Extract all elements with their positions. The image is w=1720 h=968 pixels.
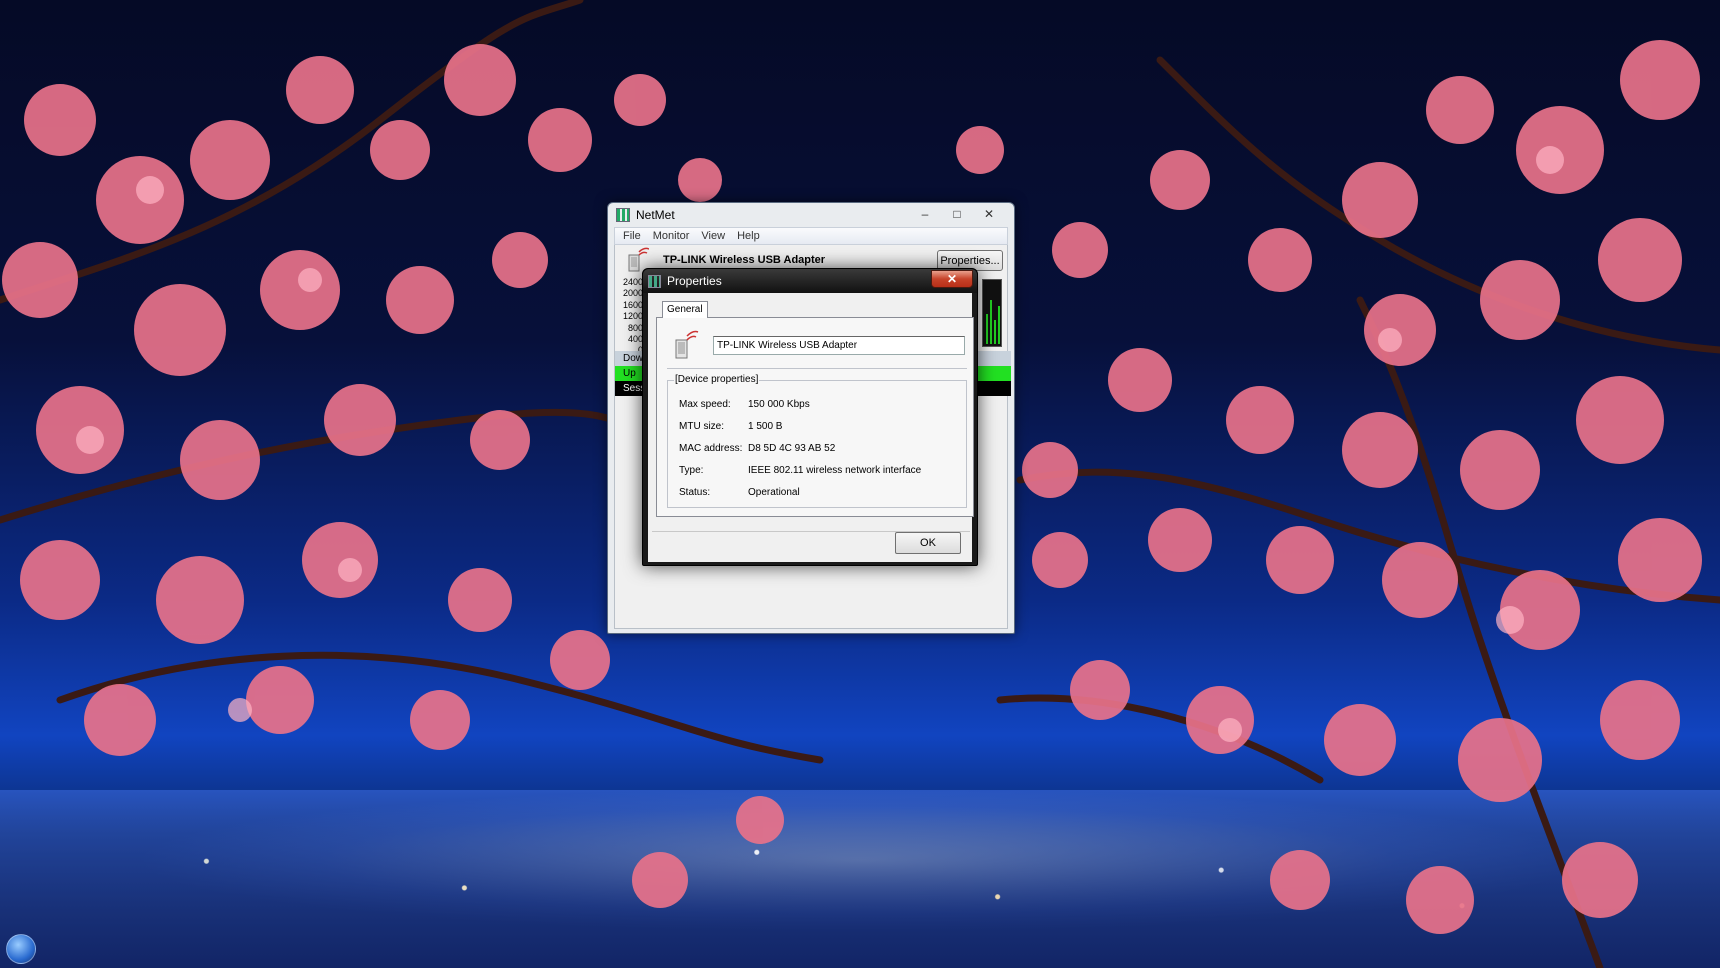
netmet-app-icon — [648, 274, 661, 288]
y-tick: 1200 — [622, 311, 643, 322]
prop-key: MTU size: — [679, 421, 724, 432]
prop-value: 1 500 B — [748, 421, 783, 432]
prop-max-speed: Max speed: 150 000 Kbps — [679, 399, 810, 410]
netmet-app-icon — [616, 208, 630, 222]
prop-key: Type: — [679, 465, 704, 476]
menu-bar: File Monitor View Help — [614, 227, 1008, 245]
graph-mini-plot — [982, 279, 1002, 347]
prop-value: Operational — [748, 487, 800, 498]
wireless-adapter-icon — [675, 330, 699, 359]
menu-view[interactable]: View — [695, 230, 731, 242]
close-button[interactable]: ✕ — [974, 205, 1004, 222]
divider — [667, 368, 967, 369]
tab-general[interactable]: General — [662, 301, 708, 318]
y-tick: 2400 — [622, 277, 643, 287]
properties-dialog: Properties ✕ General [Device properties]… — [642, 268, 978, 566]
prop-mac-address: MAC address: D8 5D 4C 93 AB 52 — [679, 443, 835, 454]
windows-start-icon[interactable] — [6, 934, 36, 964]
minimize-button[interactable]: – — [910, 205, 940, 222]
y-tick: 400 — [627, 334, 643, 345]
graph-bar — [990, 300, 992, 344]
prop-value: D8 5D 4C 93 AB 52 — [748, 443, 836, 454]
general-tab-panel: [Device properties] Max speed: 150 000 K… — [656, 317, 974, 517]
dialog-body: General [Device properties] Max speed: 1… — [648, 293, 974, 562]
device-name-field[interactable] — [713, 336, 965, 355]
group-title: [Device properties] — [674, 374, 760, 385]
prop-mtu-size: MTU size: 1 500 B — [679, 421, 782, 432]
menu-help[interactable]: Help — [731, 230, 766, 242]
dialog-title: Properties — [667, 274, 722, 288]
graph-bar — [998, 306, 1000, 344]
prop-value: IEEE 802.11 wireless network interface — [748, 465, 922, 476]
maximize-button[interactable]: □ — [942, 205, 972, 222]
menu-file[interactable]: File — [617, 230, 647, 242]
prop-status: Status: Operational — [679, 487, 800, 498]
prop-key: Status: — [679, 487, 711, 498]
graph-bar — [986, 314, 988, 344]
prop-key: Max speed: — [679, 399, 731, 410]
dialog-close-button[interactable]: ✕ — [931, 270, 973, 288]
graph-bar — [994, 320, 996, 344]
ok-button[interactable]: OK — [895, 532, 961, 554]
prop-key: MAC address: — [679, 443, 743, 454]
y-tick: 800 — [627, 322, 643, 333]
device-properties-group: [Device properties] Max speed: 150 000 K… — [667, 374, 967, 508]
window-controls: – □ ✕ — [910, 205, 1004, 222]
menu-monitor[interactable]: Monitor — [647, 230, 696, 242]
prop-value: 150 000 Kbps — [748, 399, 810, 410]
y-tick: 2000 — [622, 288, 643, 299]
graph-y-axis: 2400 2000 1600 1200 800 400 0 — [617, 277, 643, 357]
dialog-titlebar[interactable]: Properties ✕ — [643, 269, 977, 293]
window-title: NetMet — [636, 208, 675, 222]
y-tick: 1600 — [622, 299, 643, 310]
adapter-name: TP-LINK Wireless USB Adapter — [663, 254, 826, 266]
netmet-titlebar[interactable]: NetMet – □ ✕ — [614, 203, 1008, 227]
prop-type: Type: IEEE 802.11 wireless network inter… — [679, 465, 921, 476]
